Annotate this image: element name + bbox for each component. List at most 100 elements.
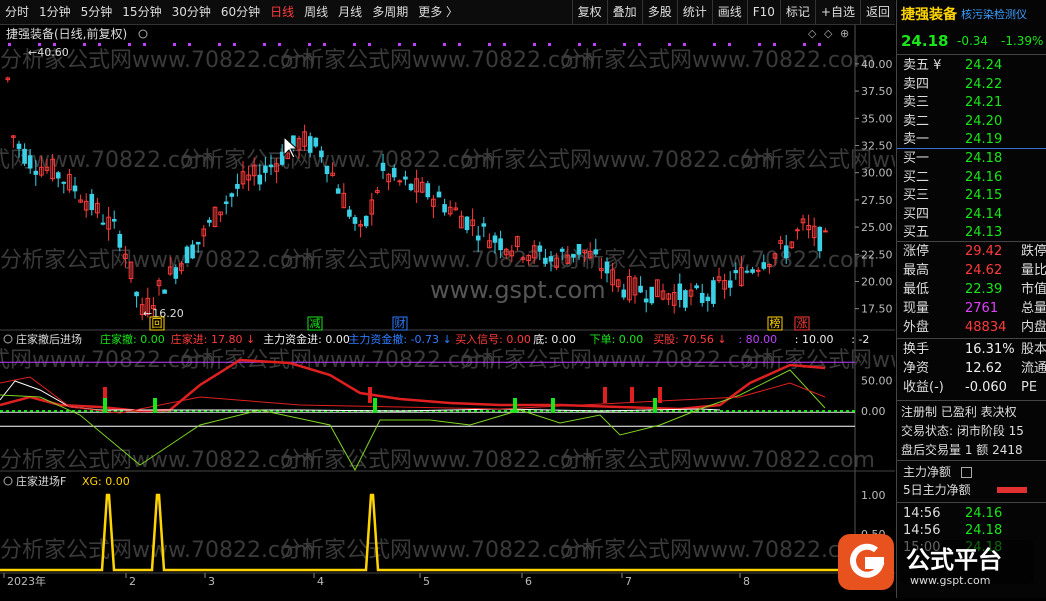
signal-dot-14 — [218, 43, 221, 46]
toolbar-button-3[interactable]: 统计 — [676, 0, 712, 24]
logo-mark: 公式平台 www.gspt.com — [838, 534, 1034, 590]
candle-body — [380, 162, 386, 171]
signal-dot-29 — [443, 43, 446, 46]
bid-row-2-value: 24.15 — [965, 188, 1003, 203]
signal-dot-27 — [413, 43, 416, 46]
period-tab-3[interactable]: 15分钟 — [117, 0, 166, 24]
stock-header: 捷强装备 核污染检测仪 — [897, 4, 1046, 26]
candle-body — [576, 243, 582, 255]
candle-body — [268, 164, 274, 168]
candle-body — [89, 193, 95, 211]
ask-row-1-label: 卖四 — [903, 76, 930, 92]
ind1-item-9: : 10.00 — [795, 333, 834, 346]
stat-row-1-label: 最高 — [903, 263, 930, 278]
candle-body — [33, 170, 39, 175]
candle-body — [823, 230, 828, 233]
toolbar-button-1[interactable]: 叠加 — [606, 0, 642, 24]
candle-body — [643, 298, 649, 303]
bid-row-4-label: 买五 — [903, 225, 930, 240]
signal-dot-23 — [353, 43, 356, 46]
stock-tag[interactable]: 核污染检测仪 — [961, 4, 1027, 26]
time-label-1: 2 — [129, 575, 136, 588]
period-tab-4[interactable]: 30分钟 — [167, 0, 216, 24]
candle-body — [492, 235, 498, 243]
watermark-12: 分析家公式网www.70822.com — [460, 348, 775, 373]
ask-row-4: 卖一 24.19 — [897, 131, 1046, 149]
signal-dot-50 — [758, 43, 761, 46]
stat-row-1: 最高 24.62 量比 — [897, 262, 1046, 280]
candle-body — [649, 286, 655, 304]
toolbar-button-4[interactable]: 画线 — [711, 0, 747, 24]
time-label-3: 4 — [317, 575, 324, 588]
signal-dot-44 — [668, 43, 671, 46]
candle-body — [571, 253, 576, 258]
candle-body — [543, 257, 548, 264]
signal-dot-39 — [593, 43, 596, 46]
fin-row-2-value: -0.060 — [965, 380, 1007, 395]
candle-body — [16, 143, 22, 149]
price-row: 24.18 -0.34 -1.39% — [897, 30, 1046, 52]
low-price-label: ←16.20 — [143, 307, 184, 320]
list-icon[interactable] — [961, 467, 972, 478]
signal-dot-20 — [308, 43, 311, 46]
period-tab-5[interactable]: 60分钟 — [216, 0, 265, 24]
period-tab-2[interactable]: 5分钟 — [76, 0, 118, 24]
high-price-label: ←40.60 — [28, 46, 69, 59]
period-tab-1[interactable]: 1分钟 — [34, 0, 76, 24]
fin-row-1-extra: 流通 — [1021, 361, 1046, 376]
candle-body — [324, 165, 330, 175]
ind1-item-2: 主力资金进: 0.00 — [263, 332, 350, 346]
period-tab-8[interactable]: 月线 — [333, 0, 367, 24]
price-label-8: 20.00 — [861, 275, 893, 288]
signal-dot-30 — [458, 43, 461, 46]
toolbar-button-5[interactable]: F10 — [746, 0, 780, 24]
candle-body — [391, 167, 397, 178]
candle-body — [604, 261, 610, 274]
price-label-5: 27.50 — [861, 194, 893, 207]
candle-body — [744, 270, 750, 273]
stat-row-4-extra: 内盘 — [1021, 320, 1046, 335]
toolbar-button-6[interactable]: 标记 — [779, 0, 815, 24]
period-tab-9[interactable]: 多周期 — [367, 0, 413, 24]
badge-2: 财 — [395, 316, 406, 330]
add-icon: ⊕ — [840, 27, 849, 40]
chart-area[interactable]: 分析家公式网www.70822.com 分析家公式网www.70822.com 分析… — [0, 25, 1046, 598]
period-tab-0[interactable]: 分时 — [0, 0, 34, 24]
stat-row-3-extra: 总量 — [1021, 301, 1046, 316]
candle-body — [559, 248, 565, 252]
toolbar-button-2[interactable]: 多股 — [641, 0, 677, 24]
fin-row-2: 收益(-) -0.060 PE — [897, 379, 1046, 397]
period-tab-7[interactable]: 周线 — [299, 0, 333, 24]
badge-1: 减 — [310, 317, 321, 330]
signal-dot-12 — [188, 43, 191, 46]
candle-body — [319, 150, 324, 158]
period-tab-6[interactable]: 日线 — [265, 0, 299, 24]
stat-row-1-value: 24.62 — [965, 263, 1003, 278]
diamond-icon-2: ◇ — [824, 27, 833, 40]
stat-row-3-label: 现量 — [903, 301, 930, 316]
bid-row-0-value: 24.18 — [965, 151, 1003, 166]
candle-body — [475, 235, 481, 241]
time-label-2: 3 — [208, 575, 215, 588]
candle-body — [72, 185, 78, 192]
logo-url: www.gspt.com — [910, 574, 990, 587]
bid-row-3-value: 24.14 — [965, 206, 1003, 222]
candle-body — [235, 183, 240, 189]
toolbar-button-8[interactable]: 返回 — [859, 0, 895, 24]
stat-row-0-value: 29.42 — [965, 244, 1003, 259]
time-label-4: 5 — [423, 575, 430, 588]
toolbar-button-7[interactable]: +自选 — [814, 0, 860, 24]
ind1-signal-bar-1 — [103, 398, 107, 413]
kline-chart[interactable]: 分析家公式网www.70822.com分析家公式网www.70822.com分析… — [0, 25, 1046, 598]
price-label-1: 37.50 — [861, 85, 893, 98]
candle-body — [711, 280, 716, 304]
time-label-7: 8 — [743, 575, 750, 588]
toolbar-button-0[interactable]: 复权 — [571, 0, 607, 24]
candle-body — [755, 269, 761, 272]
ind1-signal-bar-3 — [368, 387, 372, 403]
candle-body — [55, 172, 61, 179]
period-tab-10[interactable]: 更多 〉 — [413, 0, 463, 24]
fin-row-1: 净资 12.62 流通 — [897, 360, 1046, 378]
ask-row-3-label: 卖二 — [903, 113, 930, 129]
candle-body — [190, 244, 195, 259]
